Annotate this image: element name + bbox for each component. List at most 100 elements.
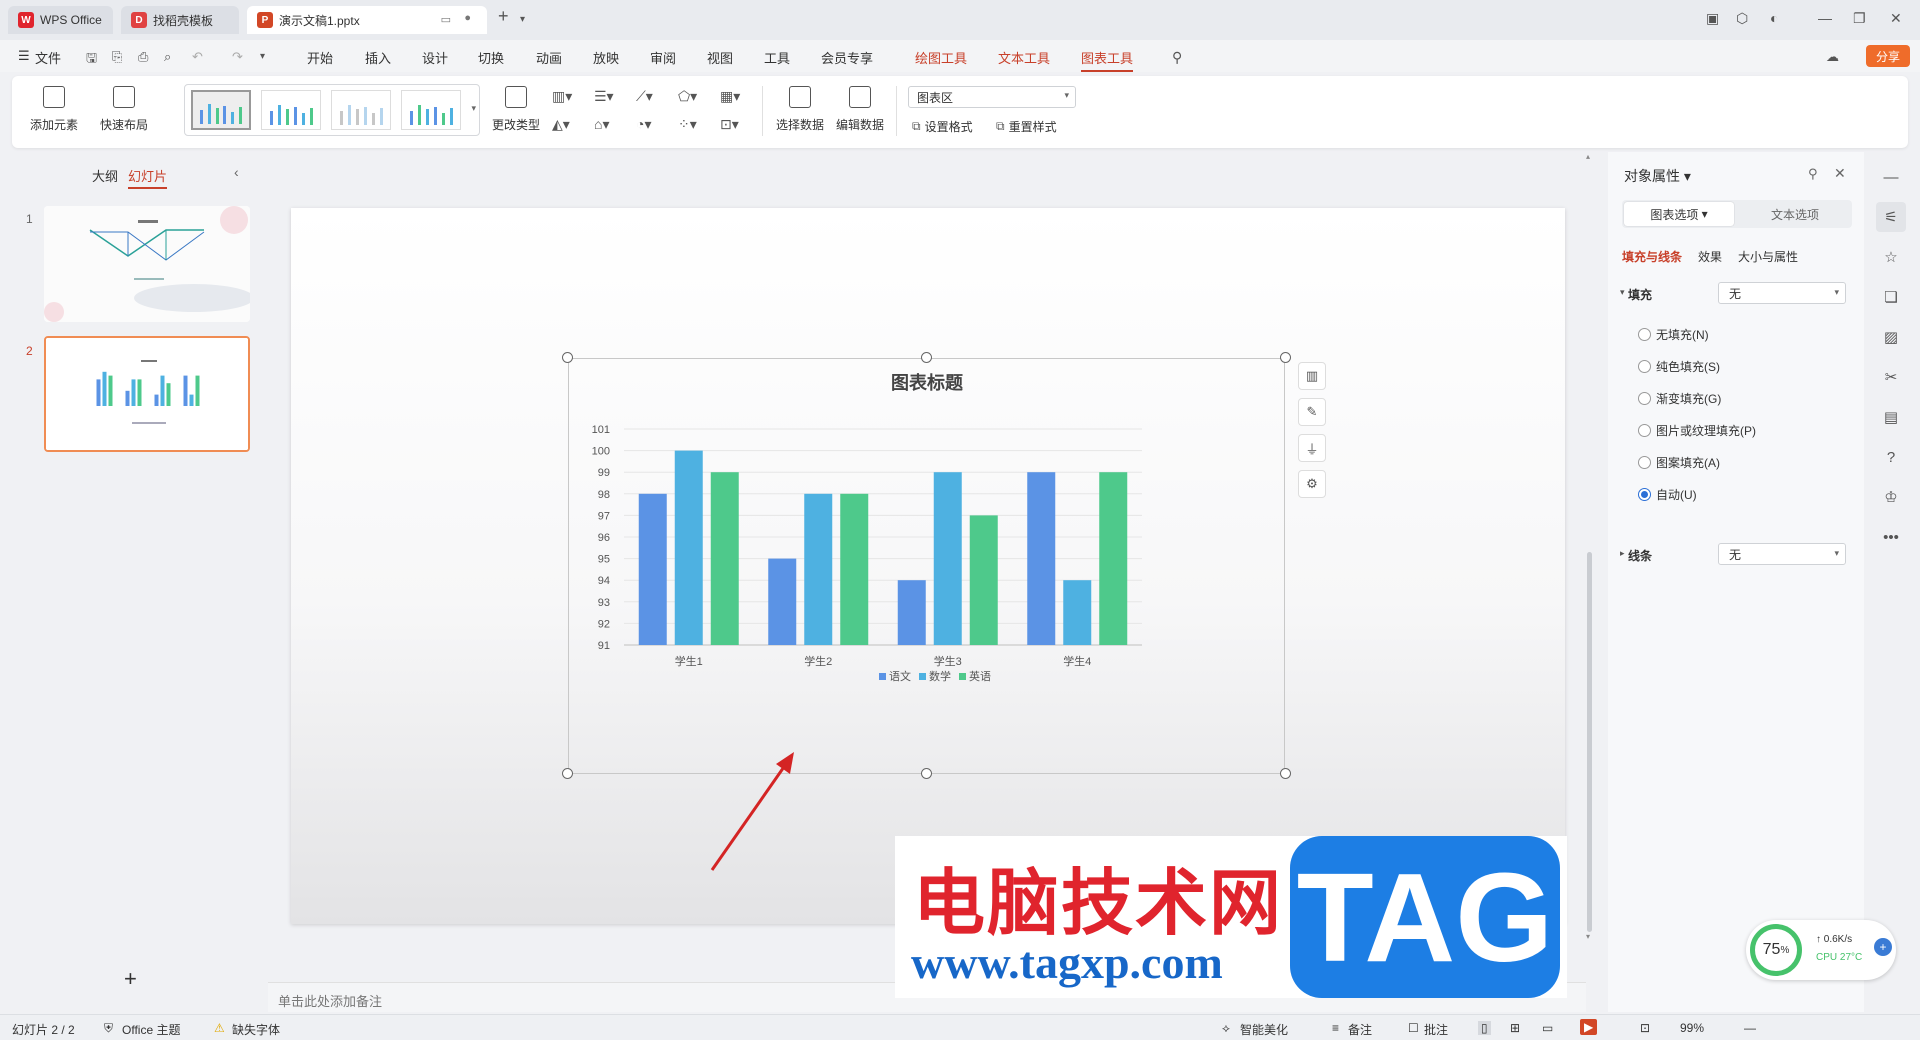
- subtab-size-props[interactable]: 大小与属性: [1738, 248, 1798, 265]
- missing-font[interactable]: 缺失字体: [232, 1021, 280, 1038]
- menu-home[interactable]: 开始: [307, 48, 333, 67]
- chart-title[interactable]: 图表标题: [891, 372, 964, 393]
- redo-icon[interactable]: ↷: [232, 49, 243, 65]
- shapes-icon[interactable]: ❏: [1876, 282, 1906, 312]
- menu-transition[interactable]: 切换: [478, 48, 504, 67]
- combo-chart-icon[interactable]: ⊡▾: [720, 116, 750, 134]
- resize-handle-ne[interactable]: [1280, 352, 1291, 363]
- slide-thumbnail-1[interactable]: [44, 206, 250, 322]
- minimize-icon[interactable]: —: [1818, 10, 1832, 26]
- theme-name[interactable]: Office 主题: [122, 1021, 180, 1038]
- restore-icon[interactable]: ❐: [1853, 10, 1866, 27]
- tab-wps-home[interactable]: W WPS Office: [8, 6, 113, 34]
- unsaved-dot-icon[interactable]: ●: [464, 12, 471, 24]
- vertical-scrollbar[interactable]: ▴ ▾: [1586, 152, 1594, 982]
- help-icon[interactable]: ?: [1876, 442, 1906, 472]
- search-icon[interactable]: ⚲: [1172, 49, 1182, 66]
- preview-icon[interactable]: ⌕: [164, 49, 171, 65]
- chart-style-3[interactable]: [331, 90, 391, 130]
- add-slide-button[interactable]: +: [124, 966, 137, 992]
- bar-英语-学生2[interactable]: [840, 493, 869, 645]
- fill-option-gradient[interactable]: 渐变填充(G): [1638, 390, 1721, 407]
- monitor-icon[interactable]: ▭: [441, 13, 451, 26]
- chart-element-select[interactable]: 图表区 ▾: [908, 86, 1076, 108]
- menu-text-tools[interactable]: 文本工具: [998, 48, 1050, 67]
- resize-handle-sw[interactable]: [562, 768, 573, 779]
- menu-chart-tools[interactable]: 图表工具: [1081, 48, 1134, 72]
- plus-icon[interactable]: +: [1874, 938, 1892, 956]
- chart-settings-icon[interactable]: ⚙: [1298, 470, 1326, 498]
- chart-style-4[interactable]: [401, 90, 461, 130]
- reading-view-icon[interactable]: ▭: [1542, 1021, 1553, 1035]
- scatter-chart-icon[interactable]: ⁘▾: [678, 116, 708, 134]
- star-icon[interactable]: ☆: [1876, 242, 1906, 272]
- radio-button-selected[interactable]: [1638, 488, 1651, 501]
- menu-file[interactable]: 文件: [35, 48, 61, 67]
- undo-icon[interactable]: ↶: [192, 49, 203, 65]
- cloud-icon[interactable]: ☁: [1826, 49, 1839, 65]
- radar-chart-icon[interactable]: ⬠▾: [678, 88, 708, 106]
- subtab-effects[interactable]: 效果: [1698, 248, 1722, 265]
- stock-chart-icon[interactable]: ⌂▾: [594, 116, 624, 134]
- chart-style-gallery[interactable]: ▾: [184, 84, 480, 136]
- radio-button[interactable]: [1638, 456, 1651, 469]
- bar-语文-学生4[interactable]: [1027, 472, 1056, 645]
- chart-elements-icon[interactable]: ▥: [1298, 362, 1326, 390]
- bar-数学-学生4[interactable]: [1063, 580, 1092, 645]
- edit-data-button[interactable]: 编辑数据: [836, 86, 884, 133]
- play-icon[interactable]: ▶: [1580, 1019, 1598, 1035]
- bar-数学-学生2[interactable]: [804, 493, 833, 645]
- comments-toggle[interactable]: 批注: [1424, 1021, 1448, 1038]
- print-icon[interactable]: ⎙: [138, 49, 148, 65]
- bar-chart-icon[interactable]: ☰▾: [594, 88, 624, 106]
- tab-list-chevron-icon[interactable]: ▾: [520, 14, 525, 25]
- shirt-icon[interactable]: ♔: [1876, 482, 1906, 512]
- book-icon[interactable]: ▤: [1876, 402, 1906, 432]
- menu-insert[interactable]: 插入: [365, 48, 391, 67]
- smart-beautify[interactable]: 智能美化: [1240, 1021, 1288, 1038]
- menu-slideshow[interactable]: 放映: [593, 48, 619, 67]
- radio-button[interactable]: [1638, 392, 1651, 405]
- sorter-view-icon[interactable]: ⊞: [1510, 1021, 1520, 1035]
- menu-animation[interactable]: 动画: [536, 48, 562, 67]
- chart-filter-icon[interactable]: ⏚: [1298, 434, 1326, 462]
- close-pane-icon[interactable]: ✕: [1834, 165, 1846, 182]
- fill-option-picture[interactable]: 图片或纹理填充(P): [1638, 422, 1756, 439]
- fill-select[interactable]: 无 ▾: [1718, 282, 1846, 304]
- expand-fill-icon[interactable]: ▾: [1620, 287, 1625, 298]
- share-button[interactable]: 分享: [1865, 45, 1910, 67]
- layout-icon[interactable]: ▣: [1706, 10, 1719, 27]
- cube-icon[interactable]: ⬡: [1736, 10, 1748, 27]
- change-type-button[interactable]: 更改类型: [492, 86, 540, 133]
- close-icon[interactable]: ✕: [1890, 10, 1902, 27]
- bar-数学-学生1[interactable]: [674, 450, 703, 645]
- bar-英语-学生1[interactable]: [710, 472, 739, 645]
- performance-widget[interactable]: 75% ↑ 0.6K/s CPU 27°C +: [1746, 920, 1896, 980]
- resize-handle-nw[interactable]: [562, 352, 573, 363]
- chart-style-2[interactable]: [261, 90, 321, 130]
- radio-button[interactable]: [1638, 328, 1651, 341]
- scroll-thumb[interactable]: [1587, 552, 1592, 932]
- export-icon[interactable]: ⎘: [112, 49, 122, 65]
- line-select[interactable]: 无 ▾: [1718, 543, 1846, 565]
- resize-handle-s[interactable]: [921, 768, 932, 779]
- bar-语文-学生1[interactable]: [638, 493, 667, 645]
- properties-icon[interactable]: ⚟: [1876, 202, 1906, 232]
- scroll-up-icon[interactable]: ▴: [1586, 152, 1590, 161]
- menu-design[interactable]: 设计: [422, 48, 448, 67]
- slide-thumbnail-2[interactable]: [44, 336, 250, 452]
- save-icon[interactable]: 🖫: [86, 49, 97, 71]
- bar-语文-学生2[interactable]: [768, 558, 797, 645]
- fill-option-none[interactable]: 无填充(N): [1638, 326, 1709, 343]
- menu-review[interactable]: 审阅: [650, 48, 676, 67]
- bar-数学-学生3[interactable]: [933, 472, 962, 645]
- seg-text-options[interactable]: 文本选项: [1740, 202, 1850, 226]
- menu-drawing-tools[interactable]: 绘图工具: [915, 48, 967, 67]
- expand-line-icon[interactable]: ▸: [1620, 548, 1625, 559]
- fit-icon[interactable]: ⊡: [1640, 1021, 1650, 1035]
- menu-tools[interactable]: 工具: [764, 48, 790, 67]
- tools-icon[interactable]: ✂: [1876, 362, 1906, 392]
- pin-icon[interactable]: ⚲: [1808, 166, 1818, 182]
- column-chart-icon[interactable]: ▥▾: [552, 88, 582, 106]
- pie-chart-icon[interactable]: ◔▾: [636, 116, 666, 134]
